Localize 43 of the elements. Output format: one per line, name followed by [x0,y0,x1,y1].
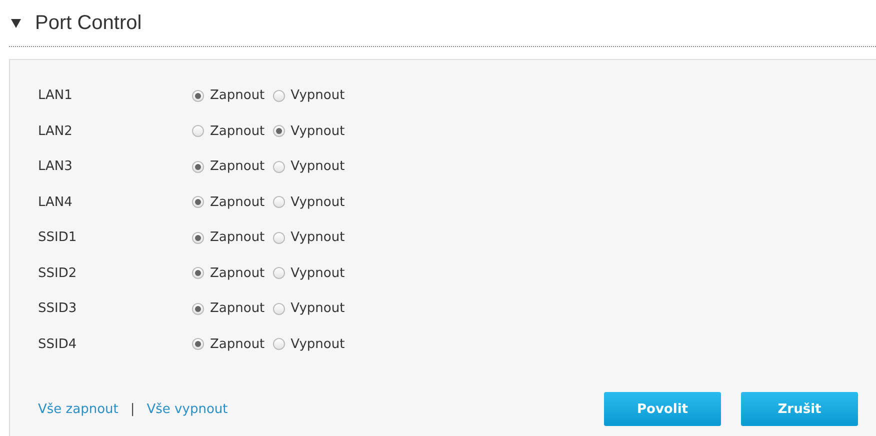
radio-label[interactable]: Vypnout [290,301,345,316]
radio-label[interactable]: Zapnout [210,230,265,246]
radio-button[interactable] [272,232,285,244]
radio-label[interactable]: Zapnout [210,266,265,281]
radio-label[interactable]: Vypnout [290,266,345,281]
radio-button[interactable] [192,338,204,350]
port-label: LAN1 [38,88,74,104]
radio-button[interactable] [192,302,204,315]
radio-button[interactable] [192,232,204,244]
port-label: SSID3 [38,301,78,316]
radio-button[interactable] [192,125,204,138]
radio-button[interactable] [192,196,204,208]
radio-label[interactable]: Vypnout [290,159,345,174]
port-label: SSID4 [38,336,78,352]
radio-button[interactable] [272,267,285,280]
port-label: LAN4 [38,194,74,210]
radio-button[interactable] [192,267,204,280]
radio-label[interactable]: Zapnout [210,301,265,316]
radio-label[interactable]: Zapnout [210,194,265,210]
separator: | [130,402,135,416]
radio-button[interactable] [272,90,285,102]
radio-label[interactable]: Vypnout [290,124,345,139]
radio-label[interactable]: Zapnout [210,124,265,139]
radio-button[interactable] [272,196,285,208]
radio-label[interactable]: Vypnout [290,336,345,352]
radio-label[interactable]: Zapnout [210,88,265,104]
radio-button[interactable] [272,302,285,315]
triangle-icon[interactable] [11,18,21,28]
radio-label[interactable]: Vypnout [290,194,345,210]
radio-button[interactable] [192,160,204,173]
radio-button[interactable] [272,338,285,350]
section-title: Port Control [35,12,142,34]
port-label: SSID2 [38,266,78,281]
radio-label[interactable]: Vypnout [290,230,345,246]
radio-label[interactable]: Zapnout [210,159,265,174]
radio-button[interactable] [192,90,204,102]
radio-label[interactable]: Zapnout [210,336,265,352]
radio-button[interactable] [272,125,285,138]
port-label: LAN2 [38,124,74,139]
radio-button[interactable] [272,160,285,173]
port-label: LAN3 [38,159,74,174]
radio-label[interactable]: Vypnout [290,88,345,104]
port-label: SSID1 [38,230,78,246]
